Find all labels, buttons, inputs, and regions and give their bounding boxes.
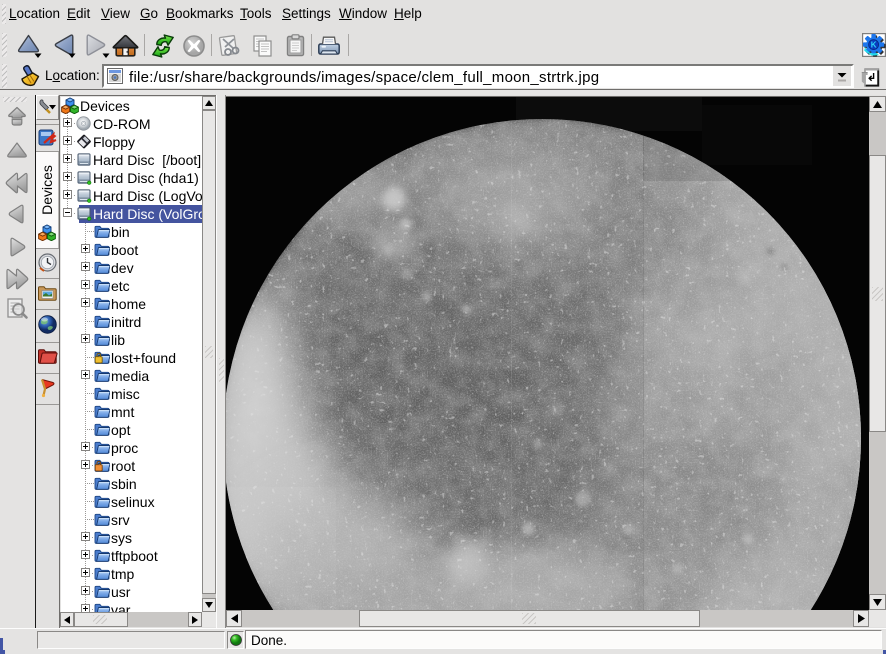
svg-text:K: K [871, 41, 877, 50]
